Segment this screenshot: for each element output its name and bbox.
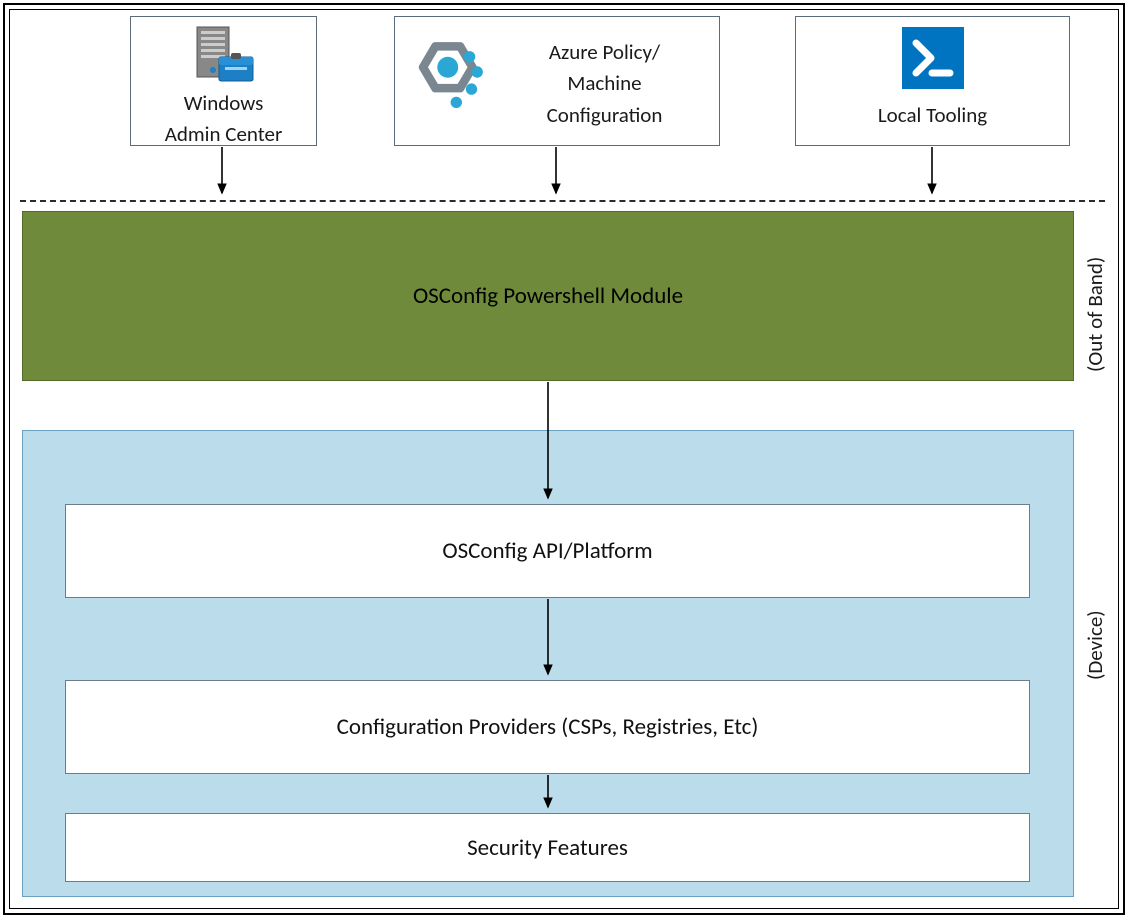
- wac-line2: Admin Center: [165, 122, 283, 147]
- block-osconfig-api: OSConfig API/Platform: [65, 504, 1030, 598]
- side-label-device: (Device): [1082, 580, 1108, 680]
- dashed-separator: [20, 200, 1105, 202]
- azure-line2: Machine: [567, 71, 641, 96]
- box-windows-admin-center: Windows Admin Center: [130, 16, 317, 146]
- config-providers-label: Configuration Providers (CSPs, Registrie…: [337, 713, 759, 741]
- osconfig-module-block: OSConfig Powershell Module: [22, 211, 1074, 381]
- osconfig-module-label: OSConfig Powershell Module: [413, 282, 683, 310]
- osconfig-api-label: OSConfig API/Platform: [442, 537, 652, 565]
- local-tooling-label: Local Tooling: [878, 103, 987, 128]
- block-config-providers: Configuration Providers (CSPs, Registrie…: [65, 680, 1030, 774]
- azure-line1: Azure Policy/: [549, 40, 660, 65]
- powershell-icon: [898, 23, 968, 93]
- azure-policy-icon: [405, 34, 500, 129]
- box-local-tooling: Local Tooling: [795, 16, 1070, 146]
- server-toolbox-icon: [189, 23, 259, 85]
- wac-line1: Windows: [184, 91, 264, 116]
- box-azure-policy: Azure Policy/ Machine Configuration: [394, 16, 720, 146]
- azure-line3: Configuration: [547, 103, 663, 128]
- security-features-label: Security Features: [467, 834, 628, 862]
- side-label-out-of-band: (Out of Band): [1082, 232, 1108, 372]
- block-security-features: Security Features: [65, 813, 1030, 882]
